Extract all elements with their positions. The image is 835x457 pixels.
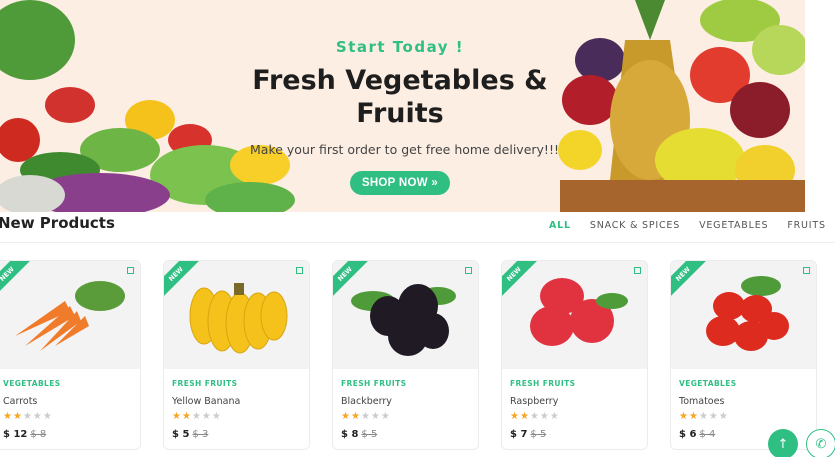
- product-name[interactable]: Blackberry: [341, 396, 392, 407]
- product-card-raspberry[interactable]: NEW FRESH FRUITS Raspberry ★★★★★ $ 7 $ 5: [501, 260, 648, 450]
- product-category[interactable]: FRESH FRUITS: [172, 379, 237, 388]
- product-image-area[interactable]: NEW: [164, 261, 309, 369]
- scroll-to-top-button[interactable]: ↑: [768, 429, 798, 457]
- product-category[interactable]: FRESH FRUITS: [341, 379, 406, 388]
- product-image-area[interactable]: NEW: [333, 261, 478, 369]
- section-title: New Products: [0, 214, 115, 232]
- blackberry-image: [351, 284, 456, 356]
- product-card-blackberry[interactable]: NEW FRESH FRUITS Blackberry ★★★★★ $ 8 $ 5: [332, 260, 479, 450]
- product-name[interactable]: Raspberry: [510, 396, 558, 407]
- hero-kicker: Start Today !: [335, 38, 465, 56]
- hero-banner: Start Today ! Fresh Vegetables & Fruits …: [0, 0, 805, 212]
- rating-stars-icon: ★★★★★: [510, 411, 560, 422]
- wishlist-icon[interactable]: [296, 267, 303, 274]
- hero-title-line-2: Fruits: [356, 98, 444, 129]
- product-card-carrots[interactable]: NEW VEGETABLES Carrots ★★★★★ $ 12 $ 8: [0, 260, 141, 450]
- product-name[interactable]: Tomatoes: [679, 396, 724, 407]
- carrot-image: [15, 281, 125, 351]
- banana-image: [189, 283, 288, 354]
- phone-icon[interactable]: ✆: [806, 429, 835, 457]
- section-divider: [0, 242, 835, 243]
- rating-stars-icon: ★★★★★: [341, 411, 391, 422]
- category-tabs: ALL SNACK & SPICES VEGETABLES FRUITS: [549, 220, 826, 231]
- hero-subtitle: Make your first order to get free home d…: [250, 142, 559, 157]
- product-price: $ 5 $ 3: [172, 429, 209, 440]
- hero-title-line-1: Fresh Vegetables &: [252, 65, 548, 96]
- hero-title: Fresh Vegetables & Fruits: [250, 64, 550, 130]
- fruit-basket-image: [540, 0, 805, 212]
- product-name[interactable]: Carrots: [3, 396, 37, 407]
- tab-all[interactable]: ALL: [549, 220, 571, 231]
- product-category[interactable]: FRESH FRUITS: [510, 379, 575, 388]
- tab-snack-spices[interactable]: SNACK & SPICES: [590, 220, 680, 231]
- old-price: $ 8: [30, 429, 47, 440]
- tab-fruits[interactable]: FRUITS: [787, 220, 825, 231]
- shop-now-button[interactable]: SHOP NOW »: [349, 171, 451, 195]
- old-price: $ 5: [530, 429, 547, 440]
- rating-stars-icon: ★★★★★: [679, 411, 729, 422]
- product-image-area[interactable]: NEW: [671, 261, 816, 369]
- product-price: $ 8 $ 5: [341, 429, 378, 440]
- wishlist-icon[interactable]: [127, 267, 134, 274]
- old-price: $ 3: [192, 429, 209, 440]
- raspberry-image: [530, 278, 628, 346]
- old-price: $ 4: [699, 429, 716, 440]
- old-price: $ 5: [361, 429, 378, 440]
- product-image-area[interactable]: NEW: [502, 261, 647, 369]
- rating-stars-icon: ★★★★★: [172, 411, 222, 422]
- product-category[interactable]: VEGETABLES: [3, 379, 61, 388]
- product-card-tomatoes[interactable]: NEW VEGETABLES Tomatoes ★★★★★ $ 6 $ 4: [670, 260, 817, 450]
- product-category[interactable]: VEGETABLES: [679, 379, 737, 388]
- product-name[interactable]: Yellow Banana: [172, 396, 240, 407]
- product-card-yellow-banana[interactable]: NEW FRESH FRUITS Yellow Banana ★★★★★ $ 5…: [163, 260, 310, 450]
- product-price: $ 6 $ 4: [679, 429, 716, 440]
- rating-stars-icon: ★★★★★: [3, 411, 53, 422]
- product-price: $ 12 $ 8: [3, 429, 47, 440]
- wishlist-icon[interactable]: [634, 267, 641, 274]
- product-image-area[interactable]: NEW: [0, 261, 140, 369]
- tomato-image: [706, 276, 789, 351]
- tab-vegetables[interactable]: VEGETABLES: [699, 220, 768, 231]
- wishlist-icon[interactable]: [465, 267, 472, 274]
- wishlist-icon[interactable]: [803, 267, 810, 274]
- product-price: $ 7 $ 5: [510, 429, 547, 440]
